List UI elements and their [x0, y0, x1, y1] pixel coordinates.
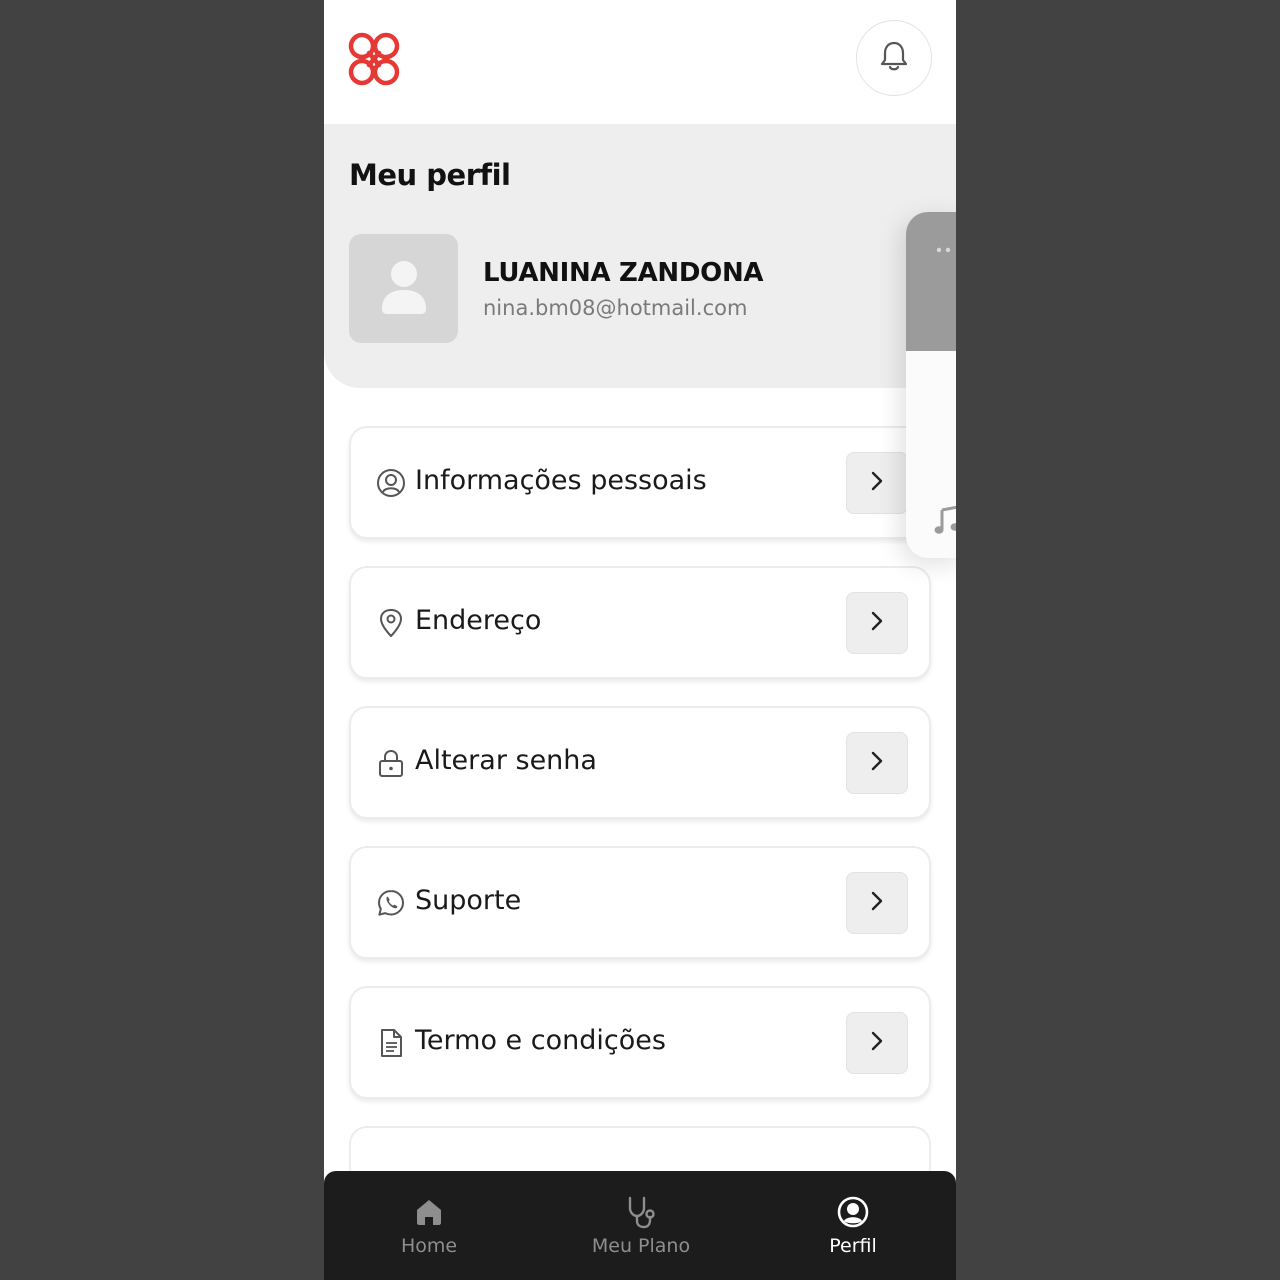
user-placeholder-icon	[380, 259, 428, 319]
menu-item-address[interactable]: Endereço	[349, 566, 931, 679]
menu-item-personal-info[interactable]: Informações pessoais	[349, 426, 931, 539]
whatsapp-icon	[376, 888, 406, 918]
nav-item-profile[interactable]: Perfil	[773, 1171, 933, 1280]
chevron-button[interactable]	[846, 1012, 908, 1074]
floating-media-widget[interactable]	[906, 212, 956, 558]
location-pin-icon	[376, 608, 406, 638]
nav-label: Meu Plano	[591, 1235, 691, 1257]
nav-item-home[interactable]: Home	[349, 1171, 509, 1280]
menu-item-support[interactable]: Suporte	[349, 846, 931, 959]
menu-item-label: Endereço	[415, 605, 542, 636]
page-title: Meu perfil	[349, 158, 511, 192]
phone-screen: Meu perfil LUANINA ZANDONA nina.bm08@hot…	[324, 0, 956, 1280]
nav-label: Perfil	[829, 1235, 877, 1257]
chevron-button[interactable]	[846, 732, 908, 794]
chevron-button[interactable]	[846, 592, 908, 654]
brand-logo-icon	[346, 30, 402, 88]
menu-item-label: Termo e condições	[415, 1025, 666, 1056]
menu-item-change-password[interactable]: Alterar senha	[349, 706, 931, 819]
user-email: nina.bm08@hotmail.com	[483, 296, 748, 320]
top-bar	[324, 0, 956, 124]
user-circle-icon	[376, 468, 406, 498]
widget-header	[906, 212, 956, 351]
menu-item-terms[interactable]: Termo e condições	[349, 986, 931, 1099]
bottom-navigation: Home Meu Plano Perfil	[324, 1171, 956, 1280]
stethoscope-icon	[625, 1195, 657, 1229]
profile-header: Meu perfil LUANINA ZANDONA nina.bm08@hot…	[324, 124, 956, 388]
more-dots-icon[interactable]	[936, 238, 956, 253]
notifications-button[interactable]	[856, 20, 932, 96]
chevron-right-icon	[869, 610, 885, 636]
menu-item-label: Suporte	[415, 885, 522, 916]
chevron-right-icon	[869, 1030, 885, 1056]
avatar[interactable]	[349, 234, 458, 343]
chevron-right-icon	[869, 750, 885, 776]
profile-icon	[837, 1195, 869, 1229]
lock-icon	[376, 748, 406, 778]
home-icon	[414, 1195, 444, 1229]
menu-item-label: Alterar senha	[415, 745, 597, 776]
chevron-right-icon	[869, 470, 885, 496]
chevron-button[interactable]	[846, 872, 908, 934]
nav-item-my-plan[interactable]: Meu Plano	[561, 1171, 721, 1280]
user-name: LUANINA ZANDONA	[483, 258, 764, 288]
music-note-icon[interactable]	[934, 505, 956, 540]
chevron-right-icon	[869, 890, 885, 916]
document-icon	[376, 1028, 406, 1058]
bell-icon	[878, 39, 910, 77]
chevron-button[interactable]	[846, 452, 908, 514]
nav-label: Home	[400, 1235, 458, 1257]
menu-item-label: Informações pessoais	[415, 465, 707, 496]
